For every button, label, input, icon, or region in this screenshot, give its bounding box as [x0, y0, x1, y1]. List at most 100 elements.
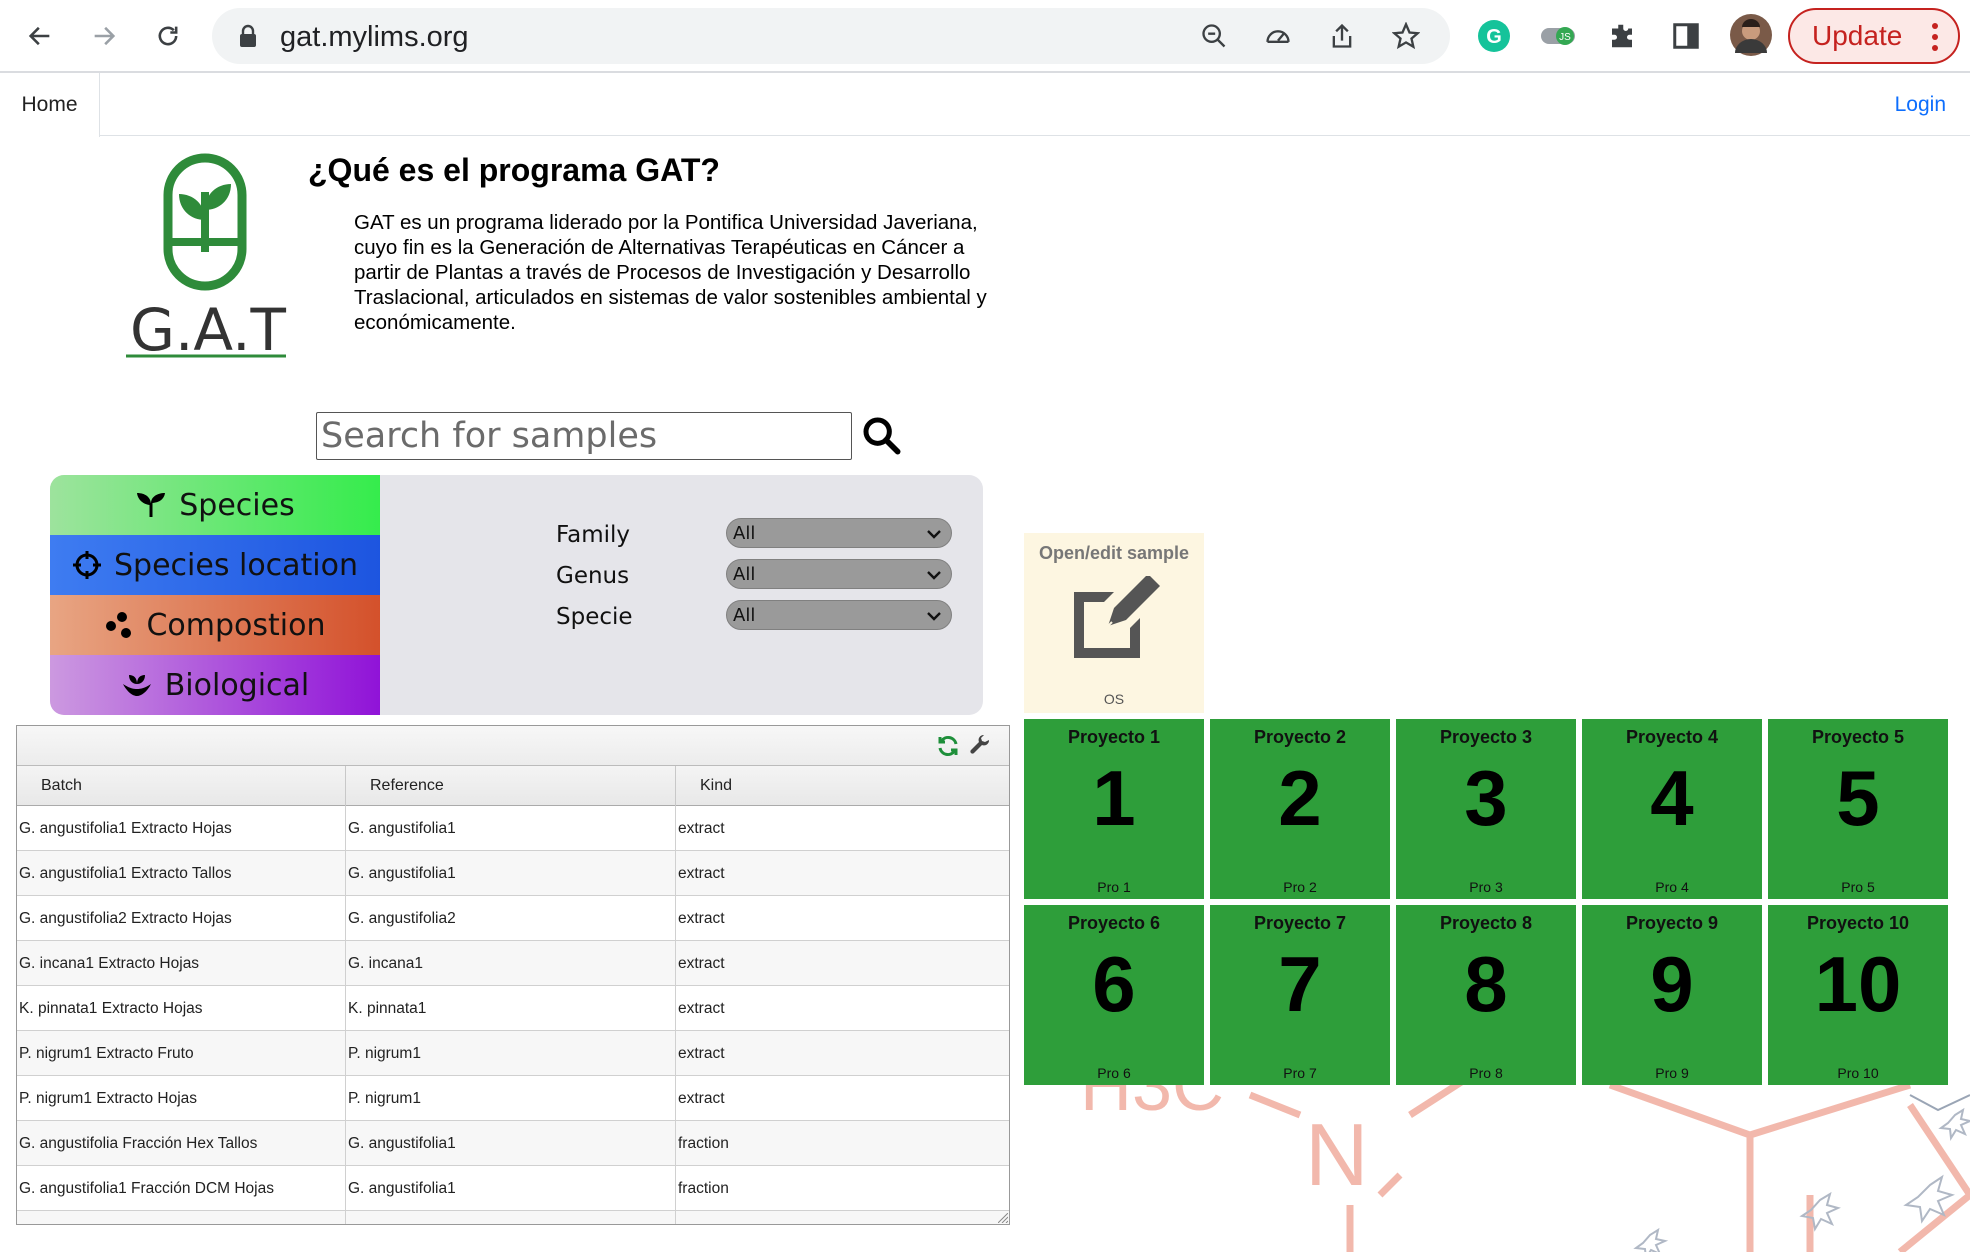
forward-button[interactable] [80, 14, 128, 58]
project-sub: Pro 7 [1283, 1065, 1317, 1081]
reload-button[interactable] [144, 14, 192, 58]
project-sub: Pro 1 [1097, 879, 1131, 895]
genus-select[interactable]: All [726, 559, 952, 589]
performance-icon[interactable] [1260, 18, 1296, 54]
project-name: Proyecto 1 [1067, 727, 1161, 747]
molecule-background-art: H3C N [1080, 1075, 1970, 1252]
tab-species-location[interactable]: Species location [50, 535, 380, 595]
cell-reference: G. angustifolia1 [346, 851, 676, 896]
table-row[interactable]: K. pinnata1 Extracto Hojas K. pinnata1 e… [17, 986, 1009, 1031]
project-tile-7[interactable]: Proyecto 7 7 Pro 7 [1210, 905, 1390, 1085]
tab-label: Biological [164, 667, 310, 703]
tab-compostion[interactable]: Compostion [50, 595, 380, 655]
project-name: Proyecto 10 [1806, 913, 1910, 933]
project-name: Proyecto 7 [1253, 913, 1347, 933]
column-header-reference[interactable]: Reference [346, 766, 676, 806]
project-tile-10[interactable]: Proyecto 10 10 Pro 10 [1768, 905, 1948, 1085]
open-tile-sub: OS [1103, 691, 1125, 707]
project-sub: Pro 9 [1655, 1065, 1689, 1081]
side-panel-icon[interactable] [1666, 16, 1706, 56]
project-name: Proyecto 3 [1439, 727, 1533, 747]
family-label: Family [556, 522, 631, 548]
update-label: Update [1812, 20, 1903, 51]
open-edit-sample-tile[interactable]: Open/edit sample OS [1024, 533, 1204, 713]
gat-logo: G.A.T [122, 150, 294, 364]
project-name: Proyecto 9 [1625, 913, 1719, 933]
back-button[interactable] [16, 14, 64, 58]
tab-species[interactable]: Species [50, 475, 380, 535]
project-number: 2 [1278, 754, 1322, 842]
table-row[interactable]: G. angustifolia1 Extracto Tallos G. angu… [17, 851, 1009, 896]
project-tile-5[interactable]: Proyecto 5 5 Pro 5 [1768, 719, 1948, 899]
chevron-down-icon [927, 571, 941, 580]
table-row[interactable]: G. angustifolia2 Extracto Hojas G. angus… [17, 896, 1009, 941]
more-vert-icon [1932, 20, 1940, 56]
project-number: 9 [1650, 940, 1694, 1028]
nav-home-tab[interactable]: Home [0, 73, 100, 137]
grammarly-icon[interactable]: G [1474, 16, 1514, 56]
share-icon[interactable] [1324, 18, 1360, 54]
project-tile-8[interactable]: Proyecto 8 8 Pro 8 [1396, 905, 1576, 1085]
page-title: ¿Qué es el programa GAT? [308, 152, 720, 188]
hand-seedling-icon [121, 670, 153, 700]
cell-batch: G. angustifolia2 Extracto Hojas [17, 896, 346, 941]
chevron-down-icon [927, 612, 941, 621]
cell-batch: G. angustifolia Fracción Hex Tallos [17, 1121, 346, 1166]
cell-kind: extract [676, 986, 1009, 1031]
project-name: Proyecto 5 [1811, 727, 1905, 747]
project-sub: Pro 3 [1469, 879, 1503, 895]
sample-search-input[interactable] [316, 412, 852, 460]
arrow-right-icon [94, 26, 116, 46]
bookmark-star-icon[interactable] [1388, 18, 1424, 54]
table-row[interactable]: G. incana1 Extracto Hojas G. incana1 ext… [17, 941, 1009, 986]
project-name: Proyecto 6 [1067, 913, 1161, 933]
logo-text: G.A.T [130, 296, 286, 364]
tab-label: Species [179, 487, 295, 523]
family-select[interactable]: All [726, 518, 952, 548]
arrow-left-icon [28, 26, 50, 46]
tab-label: Species location [113, 547, 359, 583]
molecule-icon [104, 611, 134, 639]
update-button[interactable]: Update [1788, 8, 1960, 64]
family-select-value: All [733, 522, 756, 544]
table-row[interactable]: P. nigrum1 Extracto Fruto P. nigrum1 ext… [17, 1031, 1009, 1076]
zoom-icon[interactable] [1196, 18, 1232, 54]
table-row[interactable]: G. angustifolia1 Fracción DCM Hojas G. a… [17, 1166, 1009, 1211]
project-tile-3[interactable]: Proyecto 3 3 Pro 3 [1396, 719, 1576, 899]
cell-kind: extract [676, 896, 1009, 941]
column-header-kind[interactable]: Kind [676, 766, 1009, 806]
svg-text:G: G [1486, 26, 1502, 48]
project-tile-9[interactable]: Proyecto 9 9 Pro 9 [1582, 905, 1762, 1085]
table-row[interactable]: P. nigrum1 Extracto Hojas P. nigrum1 ext… [17, 1076, 1009, 1121]
genus-label: Genus [556, 563, 630, 589]
project-name: Proyecto 2 [1253, 727, 1347, 747]
nitrogen-atom-label: N [1305, 1105, 1369, 1204]
table-row[interactable]: G. angustifolia Fracción Hex Tallos G. a… [17, 1121, 1009, 1166]
filter-panel: Species Species location Compostion Biol… [50, 475, 983, 715]
profile-avatar[interactable] [1728, 12, 1774, 58]
refresh-button[interactable] [935, 733, 961, 759]
project-number: 3 [1464, 754, 1508, 842]
search-button[interactable] [858, 412, 904, 458]
extensions-puzzle-icon[interactable] [1602, 16, 1642, 56]
cell-reference: G. angustifolia1 [346, 806, 676, 851]
project-tile-4[interactable]: Proyecto 4 4 Pro 4 [1582, 719, 1762, 899]
table-row[interactable]: G. angustifolia1 Extracto Hojas G. angus… [17, 806, 1009, 851]
wrench-icon [970, 734, 990, 754]
login-link[interactable]: Login [1895, 93, 1946, 117]
settings-button[interactable] [967, 733, 993, 759]
project-tile-1[interactable]: Proyecto 1 1 Pro 1 [1024, 719, 1204, 899]
project-tile-2[interactable]: Proyecto 2 2 Pro 2 [1210, 719, 1390, 899]
column-header-batch[interactable]: Batch [17, 766, 346, 806]
table-row-partial [17, 1211, 1009, 1224]
tab-biological[interactable]: Biological [50, 655, 380, 715]
cell-kind: extract [676, 806, 1009, 851]
cell-reference: K. pinnata1 [346, 986, 676, 1031]
cell-batch: G. angustifolia1 Extracto Hojas [17, 806, 346, 851]
project-tile-6[interactable]: Proyecto 6 6 Pro 6 [1024, 905, 1204, 1085]
specie-select[interactable]: All [726, 600, 952, 630]
reload-icon [158, 26, 178, 46]
address-bar[interactable]: gat.mylims.org [212, 8, 1450, 64]
js-toggle-icon[interactable]: JS [1538, 16, 1578, 56]
resize-grip-icon[interactable] [998, 1213, 1008, 1223]
